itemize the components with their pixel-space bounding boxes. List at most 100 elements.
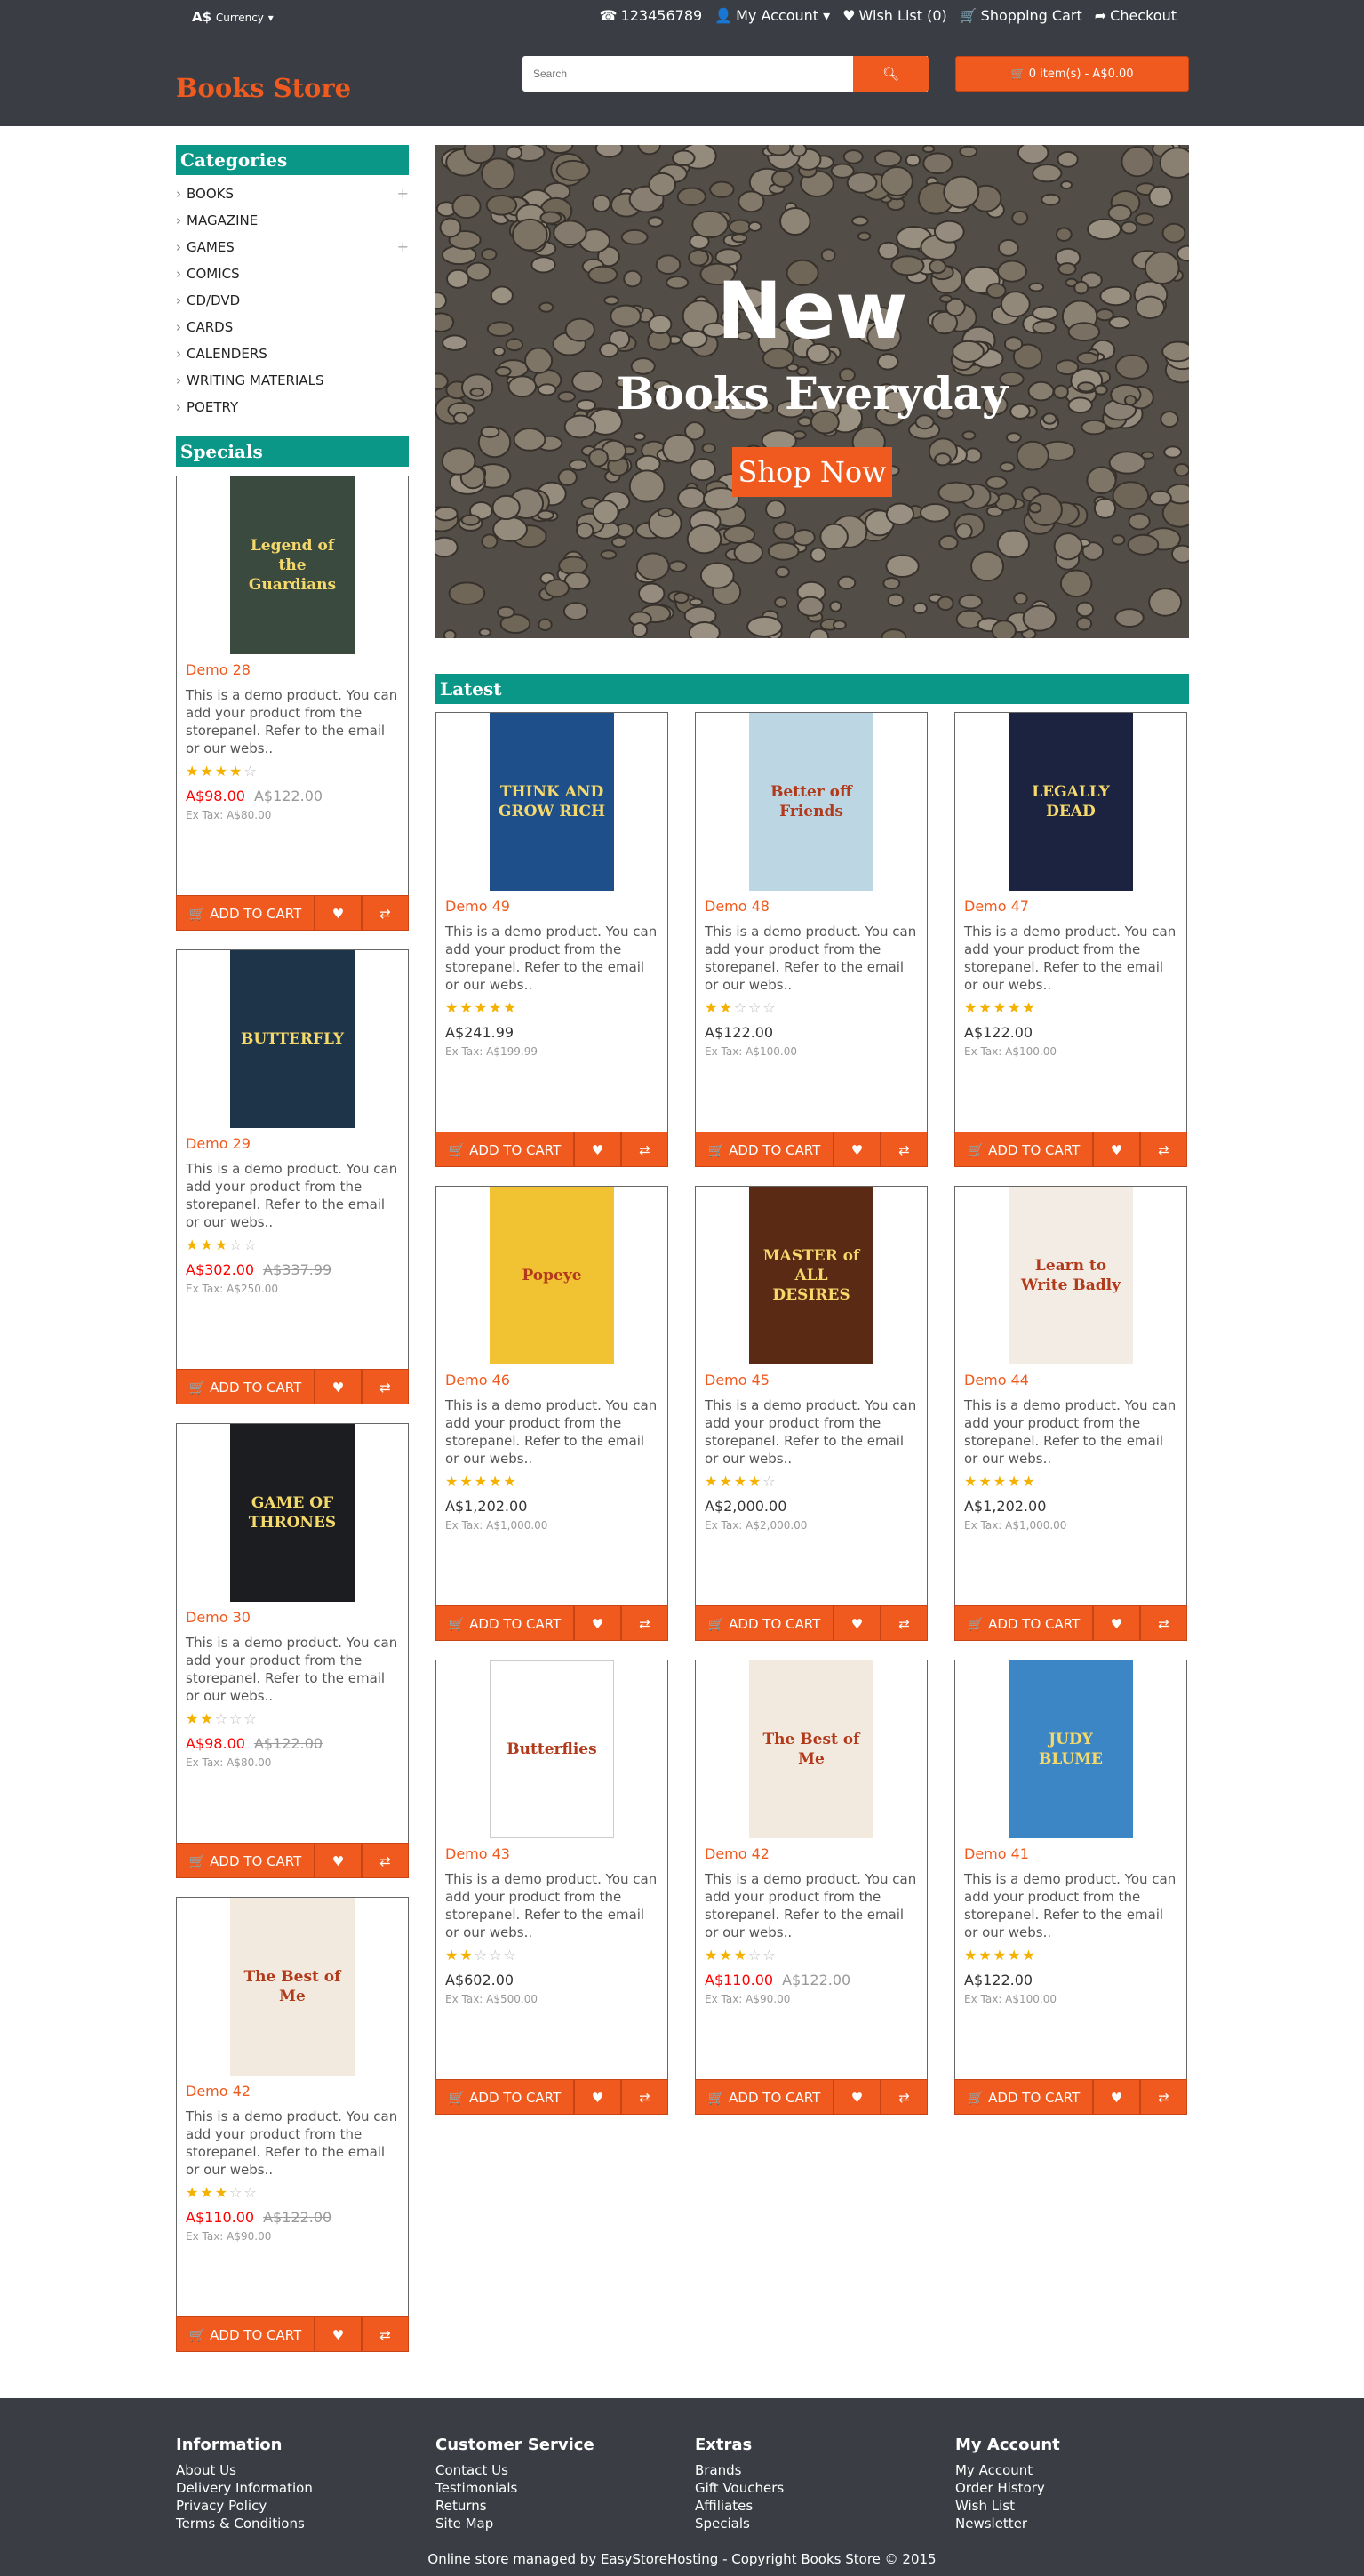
category-item[interactable]: WRITING MATERIALS — [176, 367, 409, 394]
product-name[interactable]: Demo 45 — [705, 1372, 770, 1388]
add-to-cart-button[interactable]: 🛒 ADD TO CART — [954, 1132, 1093, 1167]
category-item[interactable]: CD/DVD — [176, 287, 409, 314]
footer-link[interactable]: Delivery Information — [176, 2479, 407, 2497]
add-to-cart-button[interactable]: 🛒 ADD TO CART — [954, 1605, 1093, 1641]
footer-link[interactable]: Testimonials — [435, 2479, 666, 2497]
compare-button[interactable]: ⇄ — [881, 2079, 928, 2115]
category-item[interactable]: CALENDERS — [176, 340, 409, 367]
book-cover-image[interactable]: The Best of Me — [749, 1660, 873, 1838]
add-to-wishlist-button[interactable]: ♥ — [315, 1843, 362, 1878]
book-cover-image[interactable]: JUDY BLUME — [1009, 1660, 1133, 1838]
compare-button[interactable]: ⇄ — [1140, 2079, 1187, 2115]
add-to-cart-button[interactable]: 🛒 ADD TO CART — [435, 1605, 574, 1641]
footer-link[interactable]: Gift Vouchers — [695, 2479, 926, 2497]
footer-link[interactable]: About Us — [176, 2461, 407, 2479]
add-to-cart-button[interactable]: 🛒 ADD TO CART — [176, 2316, 315, 2352]
footer-link[interactable]: Privacy Policy — [176, 2497, 407, 2515]
category-item[interactable]: MAGAZINE — [176, 207, 409, 234]
add-to-cart-button[interactable]: 🛒 ADD TO CART — [954, 2079, 1093, 2115]
category-item[interactable]: CARDS — [176, 314, 409, 340]
product-name[interactable]: Demo 47 — [964, 898, 1029, 915]
book-cover-image[interactable]: Legend of the Guardians — [230, 476, 355, 654]
product-name[interactable]: Demo 46 — [445, 1372, 510, 1388]
site-logo[interactable]: Books Store — [176, 73, 351, 103]
expand-plus-icon[interactable]: + — [397, 234, 409, 260]
footer-link[interactable]: Order History — [955, 2479, 1186, 2497]
compare-button[interactable]: ⇄ — [881, 1132, 928, 1167]
footer-link[interactable]: Returns — [435, 2497, 666, 2515]
footer-link[interactable]: Newsletter — [955, 2515, 1186, 2532]
add-to-wishlist-button[interactable]: ♥ — [315, 2316, 362, 2352]
product-name[interactable]: Demo 42 — [186, 2083, 251, 2100]
add-to-cart-button[interactable]: 🛒 ADD TO CART — [435, 2079, 574, 2115]
add-to-wishlist-button[interactable]: ♥ — [574, 1132, 621, 1167]
add-to-wishlist-button[interactable]: ♥ — [834, 1605, 881, 1641]
add-to-wishlist-button[interactable]: ♥ — [834, 2079, 881, 2115]
cart-summary-button[interactable]: 🛒 0 item(s) - A$0.00 — [955, 56, 1189, 92]
add-to-wishlist-button[interactable]: ♥ — [834, 1132, 881, 1167]
add-to-cart-button[interactable]: 🛒 ADD TO CART — [176, 895, 315, 931]
book-cover-image[interactable]: BUTTERFLY — [230, 950, 355, 1128]
book-cover-image[interactable]: LEGALLY DEAD — [1009, 713, 1133, 891]
checkout-link[interactable]: ➦ Checkout — [1095, 7, 1177, 24]
shop-now-button[interactable]: Shop Now — [732, 447, 892, 497]
book-cover-image[interactable]: THINK AND GROW RICH — [490, 713, 614, 891]
compare-button[interactable]: ⇄ — [362, 895, 409, 931]
product-name[interactable]: Demo 49 — [445, 898, 510, 915]
add-to-wishlist-button[interactable]: ♥ — [315, 1369, 362, 1404]
compare-button[interactable]: ⇄ — [362, 1369, 409, 1404]
category-item[interactable]: GAMES + — [176, 234, 409, 260]
search-button[interactable]: 🔍︎ — [853, 56, 929, 92]
compare-button[interactable]: ⇄ — [621, 1605, 668, 1641]
compare-button[interactable]: ⇄ — [881, 1605, 928, 1641]
compare-button[interactable]: ⇄ — [362, 2316, 409, 2352]
category-item[interactable]: POETRY — [176, 394, 409, 420]
my-account-link[interactable]: 👤 My Account ▾ — [714, 7, 830, 24]
add-to-wishlist-button[interactable]: ♥ — [1093, 1605, 1140, 1641]
add-to-cart-button[interactable]: 🛒 ADD TO CART — [435, 1132, 574, 1167]
category-item[interactable]: BOOKS + — [176, 180, 409, 207]
footer-link[interactable]: Contact Us — [435, 2461, 666, 2479]
add-to-wishlist-button[interactable]: ♥ — [574, 2079, 621, 2115]
footer-link[interactable]: Wish List — [955, 2497, 1186, 2515]
compare-button[interactable]: ⇄ — [621, 1132, 668, 1167]
product-name[interactable]: Demo 30 — [186, 1609, 251, 1626]
product-name[interactable]: Demo 44 — [964, 1372, 1029, 1388]
compare-button[interactable]: ⇄ — [362, 1843, 409, 1878]
add-to-cart-button[interactable]: 🛒 ADD TO CART — [695, 2079, 834, 2115]
book-cover-image[interactable]: Butterflies — [490, 1660, 614, 1838]
compare-button[interactable]: ⇄ — [1140, 1132, 1187, 1167]
footer-link[interactable]: Affiliates — [695, 2497, 926, 2515]
product-name[interactable]: Demo 41 — [964, 1845, 1029, 1862]
add-to-cart-button[interactable]: 🛒 ADD TO CART — [695, 1132, 834, 1167]
book-cover-image[interactable]: Learn to Write Badly — [1009, 1187, 1133, 1364]
product-name[interactable]: Demo 28 — [186, 661, 251, 678]
add-to-wishlist-button[interactable]: ♥ — [315, 895, 362, 931]
add-to-cart-button[interactable]: 🛒 ADD TO CART — [176, 1369, 315, 1404]
book-cover-image[interactable]: MASTER of ALL DESIRES — [749, 1187, 873, 1364]
add-to-cart-button[interactable]: 🛒 ADD TO CART — [176, 1843, 315, 1878]
footer-link[interactable]: Specials — [695, 2515, 926, 2532]
book-cover-image[interactable]: Popeye — [490, 1187, 614, 1364]
shopping-cart-link[interactable]: 🛒 Shopping Cart — [960, 7, 1082, 24]
compare-button[interactable]: ⇄ — [1140, 1605, 1187, 1641]
add-to-cart-button[interactable]: 🛒 ADD TO CART — [695, 1605, 834, 1641]
add-to-wishlist-button[interactable]: ♥ — [1093, 1132, 1140, 1167]
book-cover-image[interactable]: Better off Friends — [749, 713, 873, 891]
product-name[interactable]: Demo 42 — [705, 1845, 770, 1862]
category-item[interactable]: COMICS — [176, 260, 409, 287]
phone-link[interactable]: ☎ 123456789 — [600, 7, 703, 24]
footer-link[interactable]: Brands — [695, 2461, 926, 2479]
wishlist-link[interactable]: ♥ Wish List (0) — [842, 7, 947, 24]
add-to-wishlist-button[interactable]: ♥ — [1093, 2079, 1140, 2115]
footer-link[interactable]: Site Map — [435, 2515, 666, 2532]
book-cover-image[interactable]: GAME OF THRONES — [230, 1424, 355, 1602]
product-name[interactable]: Demo 43 — [445, 1845, 510, 1862]
currency-dropdown[interactable]: A$ Currency ▾ — [192, 9, 274, 25]
product-name[interactable]: Demo 48 — [705, 898, 770, 915]
add-to-wishlist-button[interactable]: ♥ — [574, 1605, 621, 1641]
hero-banner[interactable]: New Books Everyday Shop Now — [435, 145, 1189, 638]
book-cover-image[interactable]: The Best of Me — [230, 1898, 355, 2076]
compare-button[interactable]: ⇄ — [621, 2079, 668, 2115]
product-name[interactable]: Demo 29 — [186, 1135, 251, 1152]
